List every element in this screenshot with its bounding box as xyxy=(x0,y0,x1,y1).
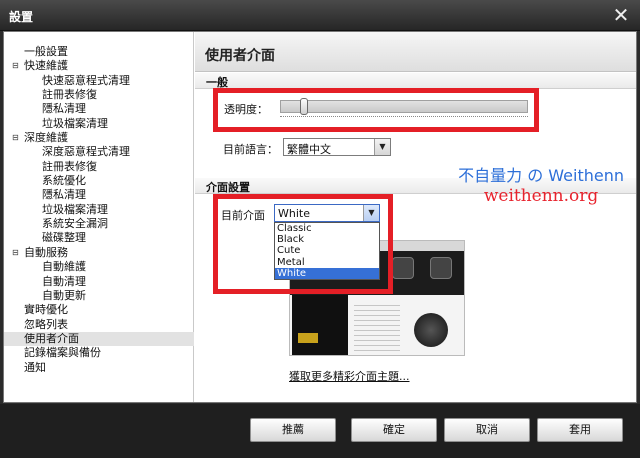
sidebar-item-label: 隱私清理 xyxy=(42,188,86,202)
sidebar-item-label: 實時優化 xyxy=(24,303,68,317)
language-select-value: 繁體中文 xyxy=(287,143,331,156)
sidebar-item-label: 隱私清理 xyxy=(42,102,86,116)
watermark-line1: 不自量力 の Weithenn xyxy=(458,166,624,185)
sidebar-item[interactable]: ⊟ 深度維護 xyxy=(4,131,194,145)
sidebar-tree-panel: 一般設置 ⊟ 快速維護 快速惡意程式清理 註冊表修復 隱私清理 垃圾檔案清理 ⊟ 深度維護 深度惡… xyxy=(4,32,194,402)
sidebar-item-label: 垃圾檔案清理 xyxy=(42,202,108,216)
sidebar-item[interactable]: 忽略列表 xyxy=(4,318,194,332)
skin-section-title: 介面設置 xyxy=(206,181,250,194)
general-section-header: 一般 xyxy=(195,73,636,89)
apply-button[interactable]: 套用 xyxy=(537,418,623,442)
sidebar-item[interactable]: 系統優化 xyxy=(4,174,194,188)
sidebar-item[interactable]: 深度惡意程式清理 xyxy=(4,145,194,159)
sidebar-item-label: 自動更新 xyxy=(42,288,86,302)
sidebar-item[interactable]: 註冊表修復 xyxy=(4,88,194,102)
sidebar-item[interactable]: 垃圾檔案清理 xyxy=(4,203,194,217)
sidebar-item-label: 自動服務 xyxy=(24,245,68,259)
collapse-icon[interactable]: ⊟ xyxy=(12,61,21,70)
watermark: 不自量力 の Weithenn weithenn.org xyxy=(458,162,624,206)
sidebar-item-label: 深度惡意程式清理 xyxy=(42,145,130,159)
sidebar-item-label: 忽略列表 xyxy=(24,317,68,331)
sidebar-item[interactable]: 自動清理 xyxy=(4,275,194,289)
collapse-icon[interactable]: ⊟ xyxy=(12,133,21,142)
sidebar-item-label: 深度維護 xyxy=(24,131,68,145)
language-label: 目前語言： xyxy=(223,143,278,156)
sidebar-item-label: 一般設置 xyxy=(24,45,68,58)
ok-button[interactable]: 確定 xyxy=(351,418,437,442)
sidebar-item-label: 自動維護 xyxy=(42,260,86,274)
sidebar-item[interactable]: 記錄檔案與備份 xyxy=(4,346,194,360)
sidebar-item[interactable]: 實時優化 xyxy=(4,303,194,317)
sidebar-item[interactable]: ⊟ 快速維護 xyxy=(4,59,194,73)
sidebar-item[interactable]: 快速惡意程式清理 xyxy=(4,74,194,88)
sidebar-item[interactable]: 註冊表修復 xyxy=(4,160,194,174)
window-title: 設置 xyxy=(9,10,34,24)
page-header: 使用者介面 xyxy=(195,32,636,72)
sidebar-item[interactable]: 使用者介面 xyxy=(4,331,194,347)
preview-tile-icon xyxy=(392,257,414,279)
preview-tile-icon xyxy=(430,257,452,279)
preview-text-lines xyxy=(354,301,400,351)
sidebar-item-label: 磁碟整理 xyxy=(42,231,86,245)
sidebar-item-label: 垃圾檔案清理 xyxy=(42,116,108,130)
sidebar-item[interactable]: 垃圾檔案清理 xyxy=(4,117,194,131)
sidebar-item-label: 快速惡意程式清理 xyxy=(42,73,130,87)
settings-tree: 一般設置 ⊟ 快速維護 快速惡意程式清理 註冊表修復 隱私清理 垃圾檔案清理 ⊟ 深度維護 深度惡… xyxy=(4,45,194,375)
more-themes-link[interactable]: 獲取更多精彩介面主題... xyxy=(289,368,410,384)
sidebar-item[interactable]: 系統安全漏洞 xyxy=(4,217,194,231)
page-title: 使用者介面 xyxy=(205,48,275,64)
sidebar-item-label: 註冊表修復 xyxy=(42,88,97,102)
sidebar-item-label: 自動清理 xyxy=(42,274,86,288)
footer-bar: 推薦 確定 取消 套用 xyxy=(0,404,640,458)
chevron-down-icon[interactable]: ▼ xyxy=(374,139,390,155)
language-select[interactable]: 繁體中文 ▼ xyxy=(283,138,391,156)
sidebar-item[interactable]: 自動更新 xyxy=(4,289,194,303)
settings-window: 設置 ✕ 一般設置 ⊟ 快速維護 快速惡意程式清理 註冊表修復 隱私清理 垃圾檔案清理 ⊟ 深度… xyxy=(0,0,640,458)
highlight-box-skin xyxy=(213,194,393,294)
settings-client: 一般設置 ⊟ 快速維護 快速惡意程式清理 註冊表修復 隱私清理 垃圾檔案清理 ⊟ 深度維護 深度惡… xyxy=(3,31,637,403)
sidebar-item[interactable]: 隱私清理 xyxy=(4,188,194,202)
sidebar-item-label: 註冊表修復 xyxy=(42,159,97,173)
preview-gold-button xyxy=(298,333,318,343)
close-icon[interactable]: ✕ xyxy=(610,4,632,26)
collapse-icon[interactable]: ⊟ xyxy=(12,248,21,257)
preview-power-icon xyxy=(414,313,448,347)
sidebar-item-label: 記錄檔案與備份 xyxy=(24,346,101,360)
sidebar-item[interactable]: 一般設置 xyxy=(4,45,194,59)
highlight-box-transparency xyxy=(213,88,539,132)
sidebar-item-label: 系統優化 xyxy=(42,174,86,188)
watermark-line2: weithenn.org xyxy=(483,186,599,206)
content-panel: 使用者介面 一般 透明度： 目前語言： 繁體中文 ▼ 介面設置 目前介面 Whi… xyxy=(195,32,636,402)
sidebar-item[interactable]: 通知 xyxy=(4,361,194,375)
sidebar-item-label: 通知 xyxy=(24,360,46,374)
sidebar-item[interactable]: ⊟ 自動服務 xyxy=(4,246,194,260)
sidebar-item-label: 快速維護 xyxy=(24,59,68,73)
cancel-button[interactable]: 取消 xyxy=(444,418,530,442)
sidebar-item[interactable]: 隱私清理 xyxy=(4,102,194,116)
title-bar[interactable]: 設置 ✕ xyxy=(0,0,640,31)
sidebar-item[interactable]: 磁碟整理 xyxy=(4,231,194,245)
sidebar-item-label: 使用者介面 xyxy=(24,331,79,345)
sidebar-item-label: 系統安全漏洞 xyxy=(42,217,108,231)
preview-black-panel xyxy=(292,295,348,355)
recommend-button[interactable]: 推薦 xyxy=(250,418,336,442)
sidebar-item[interactable]: 自動維護 xyxy=(4,260,194,274)
